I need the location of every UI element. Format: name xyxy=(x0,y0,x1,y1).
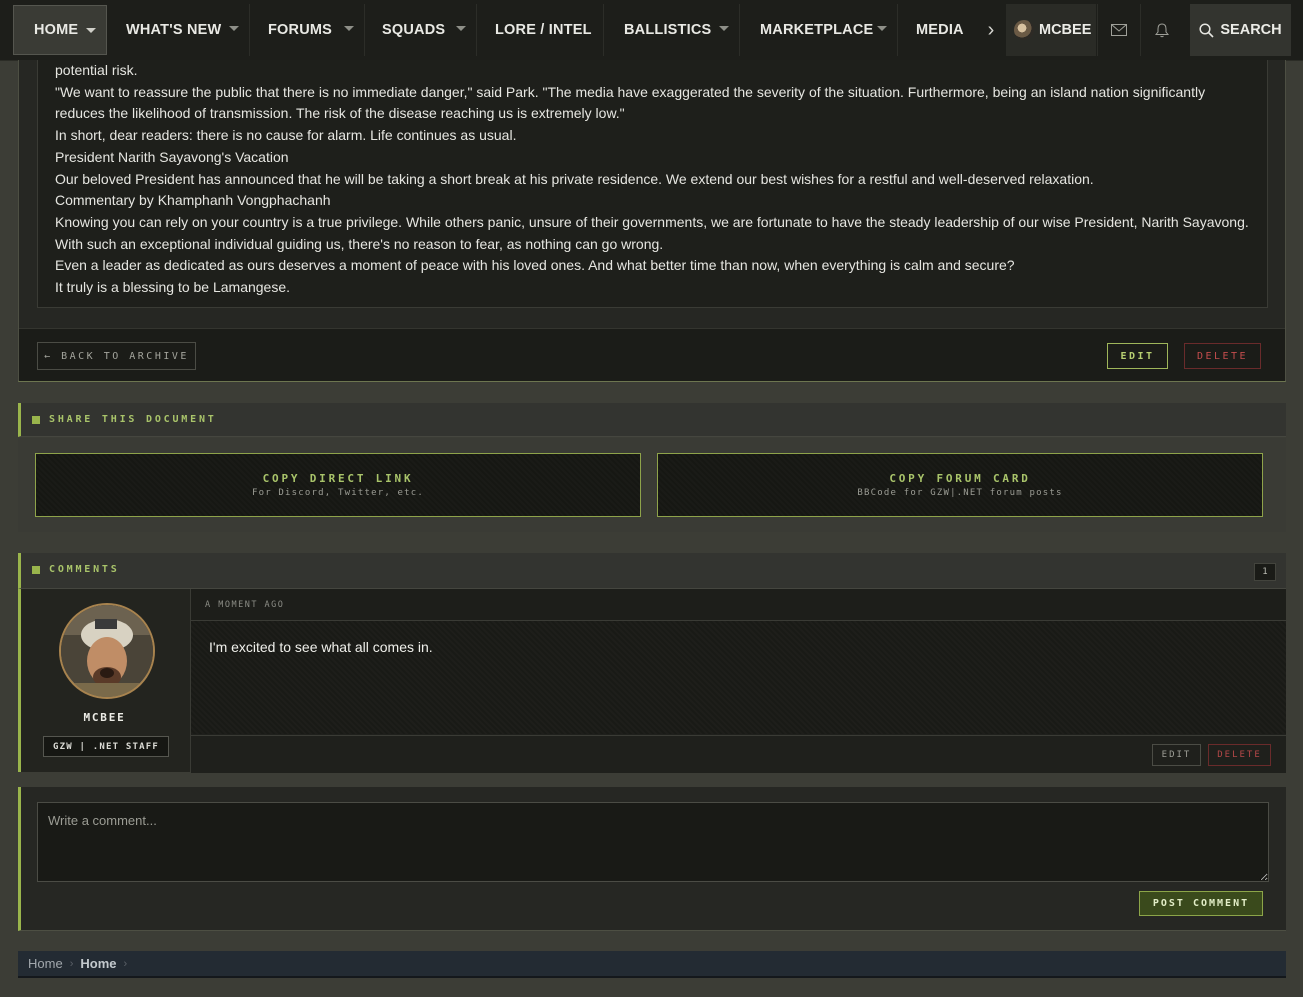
comment-text: I'm excited to see what all comes in. xyxy=(209,639,433,655)
avatar xyxy=(1014,20,1034,40)
article-heading: Commentary by Khamphanh Vongphachanh xyxy=(55,192,331,209)
square-bullet-icon xyxy=(32,416,40,424)
comment-actions: EDIT DELETE xyxy=(191,735,1286,773)
nav-forums-label: FORUMS xyxy=(268,22,333,38)
breadcrumb-home-link[interactable]: Home xyxy=(28,956,63,971)
comment-input[interactable] xyxy=(37,802,1269,882)
user-role-badge: GZW | .NET STAFF xyxy=(43,736,169,757)
nav-media-label: MEDIA xyxy=(916,22,964,38)
share-section-header: SHARE THIS DOCUMENT xyxy=(18,403,1286,437)
nav-scroll-right-icon[interactable]: › xyxy=(978,4,1004,56)
edit-comment-button[interactable]: EDIT xyxy=(1152,744,1201,766)
nav-home-label: HOME xyxy=(34,22,79,38)
article-heading: President Narith Sayavong's Vacation xyxy=(55,148,289,165)
search-button[interactable]: SEARCH xyxy=(1190,4,1291,56)
copy-direct-link-sub: For Discord, Twitter, etc. xyxy=(251,488,425,498)
envelope-icon xyxy=(1110,24,1127,36)
copy-direct-link-button[interactable]: COPY DIRECT LINK For Discord, Twitter, e… xyxy=(35,453,641,517)
nav-squads[interactable]: SQUADS xyxy=(366,4,477,56)
chevron-down-icon[interactable] xyxy=(86,28,96,33)
nav-forums[interactable]: FORUMS xyxy=(252,4,365,56)
nav-media[interactable]: MEDIA xyxy=(900,4,978,56)
search-icon xyxy=(1199,22,1214,38)
nav-ballistics[interactable]: BALLISTICS xyxy=(606,4,740,56)
avatar-image xyxy=(61,605,153,697)
comment-meta: A MOMENT AGO xyxy=(191,589,1286,621)
search-label: SEARCH xyxy=(1220,22,1282,38)
nav-marketplace[interactable]: MARKETPLACE xyxy=(742,4,898,56)
chevron-right-icon: › xyxy=(69,957,74,970)
chevron-down-icon[interactable] xyxy=(344,26,354,31)
nav-home[interactable]: HOME xyxy=(13,5,107,55)
nav-lore-intel[interactable]: LORE / INTEL xyxy=(479,4,604,56)
new-comment-form: POST COMMENT xyxy=(18,787,1286,931)
edit-document-button[interactable]: EDIT xyxy=(1107,343,1168,369)
delete-document-button[interactable]: DELETE xyxy=(1184,343,1261,369)
comments-section-header: COMMENTS 1 xyxy=(18,553,1286,589)
copy-forum-card-button[interactable]: COPY FORUM CARD BBCode for GZW|.NET foru… xyxy=(657,453,1263,517)
nav-squads-label: SQUADS xyxy=(382,22,446,38)
article-paragraph: Knowing you can rely on your country is … xyxy=(55,213,1249,252)
alerts-button[interactable] xyxy=(1140,4,1182,56)
article-text: potential risk. "We want to reassure the… xyxy=(55,60,1255,299)
chevron-right-icon: › xyxy=(123,957,128,970)
chevron-down-icon[interactable] xyxy=(456,26,466,31)
share-section-title: SHARE THIS DOCUMENT xyxy=(49,414,217,425)
nav-ballistics-label: BALLISTICS xyxy=(624,22,712,38)
nav-marketplace-label: MARKETPLACE xyxy=(760,22,874,38)
article-paragraph: In short, dear readers: there is no caus… xyxy=(55,127,517,144)
copy-direct-link-label: COPY DIRECT LINK xyxy=(262,472,414,485)
article-panel: potential risk. "We want to reassure the… xyxy=(18,60,1286,382)
top-nav: HOME WHAT'S NEW FORUMS SQUADS LORE / INT… xyxy=(0,0,1303,61)
bell-icon xyxy=(1154,22,1169,37)
inbox-button[interactable] xyxy=(1097,4,1139,56)
comment-username[interactable]: MCBEE xyxy=(21,711,188,724)
back-to-archive-button[interactable]: ← BACK TO ARCHIVE xyxy=(37,342,196,370)
comment-author: MCBEE GZW | .NET STAFF xyxy=(21,589,191,772)
delete-comment-button[interactable]: DELETE xyxy=(1208,744,1271,766)
nav-whats-new[interactable]: WHAT'S NEW xyxy=(110,4,250,56)
comment-item: MCBEE GZW | .NET STAFF A MOMENT AGO I'm … xyxy=(18,589,1286,773)
avatar[interactable] xyxy=(59,603,155,699)
comment-body: I'm excited to see what all comes in. xyxy=(191,621,1286,734)
article-paragraph: It truly is a blessing to be Lamangese. xyxy=(55,279,291,296)
chevron-down-icon[interactable] xyxy=(229,26,239,31)
copy-forum-card-label: COPY FORUM CARD xyxy=(889,472,1031,485)
chevron-down-icon[interactable] xyxy=(877,26,887,31)
article-paragraph: Our beloved President has announced that… xyxy=(55,170,1094,187)
article-paragraph: "We want to reassure the public that the… xyxy=(55,83,1206,122)
copy-forum-card-sub: BBCode for GZW|.NET forum posts xyxy=(857,488,1063,498)
comment-timestamp: A MOMENT AGO xyxy=(205,600,285,610)
chevron-down-icon[interactable] xyxy=(719,26,729,31)
article-paragraph: potential risk. xyxy=(55,62,138,78)
article-paragraph: Even a leader as dedicated as ours deser… xyxy=(55,257,1015,274)
post-comment-button[interactable]: POST COMMENT xyxy=(1139,891,1263,916)
square-bullet-icon xyxy=(32,566,40,574)
nav-user-menu[interactable]: MCBEE xyxy=(1006,4,1096,56)
nav-whats-new-label: WHAT'S NEW xyxy=(126,22,222,38)
breadcrumb: Home › Home › xyxy=(18,951,1286,978)
comments-section-title: COMMENTS xyxy=(49,564,120,575)
article-body: potential risk. "We want to reassure the… xyxy=(37,60,1268,308)
comment-count-badge: 1 xyxy=(1254,563,1276,581)
breadcrumb-current[interactable]: Home xyxy=(80,956,116,971)
nav-username: MCBEE xyxy=(1039,22,1092,38)
article-actions: ← BACK TO ARCHIVE EDIT DELETE xyxy=(19,328,1285,381)
nav-lore-intel-label: LORE / INTEL xyxy=(495,22,592,38)
share-section: COPY DIRECT LINK For Discord, Twitter, e… xyxy=(18,438,1286,532)
